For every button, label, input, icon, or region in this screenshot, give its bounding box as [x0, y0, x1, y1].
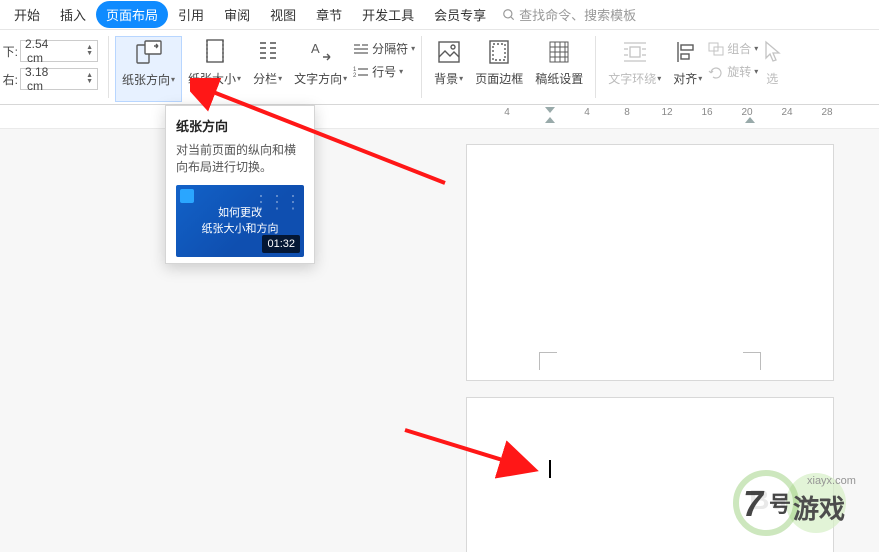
- text-direction-button[interactable]: A 文字方向▾: [288, 36, 353, 102]
- page-size-icon: [203, 38, 227, 66]
- wrap-icon: [622, 38, 648, 66]
- tab-page-layout[interactable]: 页面布局: [96, 1, 168, 28]
- ruler-tick: 4: [504, 107, 510, 118]
- margin-indicator-left[interactable]: [545, 107, 555, 123]
- orientation-tooltip: 纸张方向 对当前页面的纵向和横向布局进行切换。 ⋮⋮⋮ 如何更改 纸张大小和方向…: [165, 105, 315, 264]
- line-number-icon: 12: [353, 65, 369, 79]
- horizontal-ruler[interactable]: 4 4 8 12 16 20 24 28: [0, 105, 879, 129]
- ruler-tick: 16: [701, 107, 712, 118]
- tab-home[interactable]: 开始: [4, 1, 50, 28]
- manuscript-button[interactable]: 稿纸设置: [529, 36, 589, 102]
- background-icon: [436, 38, 462, 66]
- margin-corner: [539, 352, 557, 370]
- tab-references[interactable]: 引用: [168, 1, 214, 28]
- select-icon: [762, 38, 782, 66]
- ruler-tick: 20: [741, 107, 752, 118]
- text-cursor: [549, 460, 551, 478]
- tab-review[interactable]: 审阅: [214, 1, 260, 28]
- command-search[interactable]: 查找命令、搜索模板: [502, 5, 636, 24]
- tab-vip[interactable]: 会员专享: [424, 1, 496, 28]
- line-number-button[interactable]: 12 行号▾: [353, 63, 415, 80]
- ruler-tick: 4: [584, 107, 590, 118]
- chevron-down-icon: ▾: [459, 74, 463, 83]
- margin-bottom-input[interactable]: 2.54 cm ▲▼: [20, 40, 98, 62]
- separator-icon: [353, 42, 369, 56]
- svg-text:游戏: 游戏: [793, 494, 845, 524]
- separator-button[interactable]: 分隔符▾: [353, 40, 415, 57]
- wps-logo-icon: [180, 189, 194, 203]
- page-border-button[interactable]: 页面边框: [469, 36, 529, 102]
- rotate-button[interactable]: 旋转▾: [708, 63, 758, 80]
- tab-chapter[interactable]: 章节: [306, 1, 352, 28]
- margin-right-input[interactable]: 3.18 cm ▲▼: [20, 68, 98, 90]
- page-size-button[interactable]: 纸张大小▾: [182, 36, 247, 102]
- brand-number: 7: [743, 483, 765, 524]
- tooltip-desc: 对当前页面的纵向和横向布局进行切换。: [176, 141, 304, 175]
- site-watermark: 7 号 游戏 xiayx.com: [711, 468, 871, 538]
- tab-bar: 开始 插入 页面布局 引用 审阅 视图 章节 开发工具 会员专享 查找命令、搜索…: [0, 0, 879, 30]
- text-direction-icon: A: [308, 38, 334, 66]
- chevron-down-icon: ▾: [171, 75, 175, 84]
- chevron-down-icon: ▾: [343, 74, 347, 83]
- margin-right-label: 右:: [0, 71, 18, 88]
- svg-text:A: A: [311, 41, 320, 56]
- tab-view[interactable]: 视图: [260, 1, 306, 28]
- ruler-tick: 24: [781, 107, 792, 118]
- tooltip-video-thumb[interactable]: ⋮⋮⋮ 如何更改 纸张大小和方向 01:32: [176, 185, 304, 257]
- dot-pattern-icon: ⋮⋮⋮: [252, 189, 300, 216]
- select-button[interactable]: 选: [758, 36, 788, 102]
- ruler-tick: 28: [821, 107, 832, 118]
- chevron-down-icon: ▾: [399, 67, 403, 76]
- chevron-down-icon: ▾: [278, 74, 282, 83]
- orientation-button[interactable]: 纸张方向▾: [115, 36, 182, 102]
- align-icon: [675, 38, 701, 66]
- background-button[interactable]: 背景▾: [428, 36, 469, 102]
- chevron-down-icon: ▾: [411, 44, 415, 53]
- rotate-icon: [708, 65, 724, 79]
- tab-insert[interactable]: 插入: [50, 1, 96, 28]
- orientation-icon: [134, 39, 164, 67]
- group-icon: [708, 42, 724, 56]
- video-duration: 01:32: [262, 235, 300, 254]
- ruler-tick: 8: [624, 107, 630, 118]
- svg-text:xiayx.com: xiayx.com: [807, 475, 856, 487]
- page-border-icon: [487, 38, 511, 66]
- margin-bottom-label: 下:: [0, 43, 18, 60]
- margin-group: 下: 2.54 cm ▲▼ 右: 3.18 cm ▲▼: [0, 36, 102, 90]
- align-button[interactable]: 对齐▾: [667, 36, 708, 102]
- margin-corner: [743, 352, 761, 370]
- svg-text:号: 号: [769, 492, 791, 517]
- chevron-down-icon: ▾: [657, 74, 661, 83]
- columns-icon: [256, 38, 280, 66]
- svg-text:2: 2: [353, 73, 357, 79]
- document-page-1[interactable]: [467, 145, 833, 380]
- ruler-tick: 12: [661, 107, 672, 118]
- spinner-icon[interactable]: ▲▼: [86, 73, 93, 85]
- search-icon: [502, 8, 516, 22]
- chevron-down-icon: ▾: [698, 74, 702, 83]
- manuscript-icon: [547, 38, 571, 66]
- wrap-button[interactable]: 文字环绕▾: [602, 36, 667, 102]
- tab-dev-tools[interactable]: 开发工具: [352, 1, 424, 28]
- spinner-icon[interactable]: ▲▼: [86, 45, 93, 57]
- group-button[interactable]: 组合▾: [708, 40, 758, 57]
- columns-button[interactable]: 分栏▾: [247, 36, 288, 102]
- ribbon: 下: 2.54 cm ▲▼ 右: 3.18 cm ▲▼ 纸张方向▾: [0, 30, 879, 105]
- chevron-down-icon: ▾: [237, 74, 241, 83]
- tooltip-title: 纸张方向: [176, 116, 304, 135]
